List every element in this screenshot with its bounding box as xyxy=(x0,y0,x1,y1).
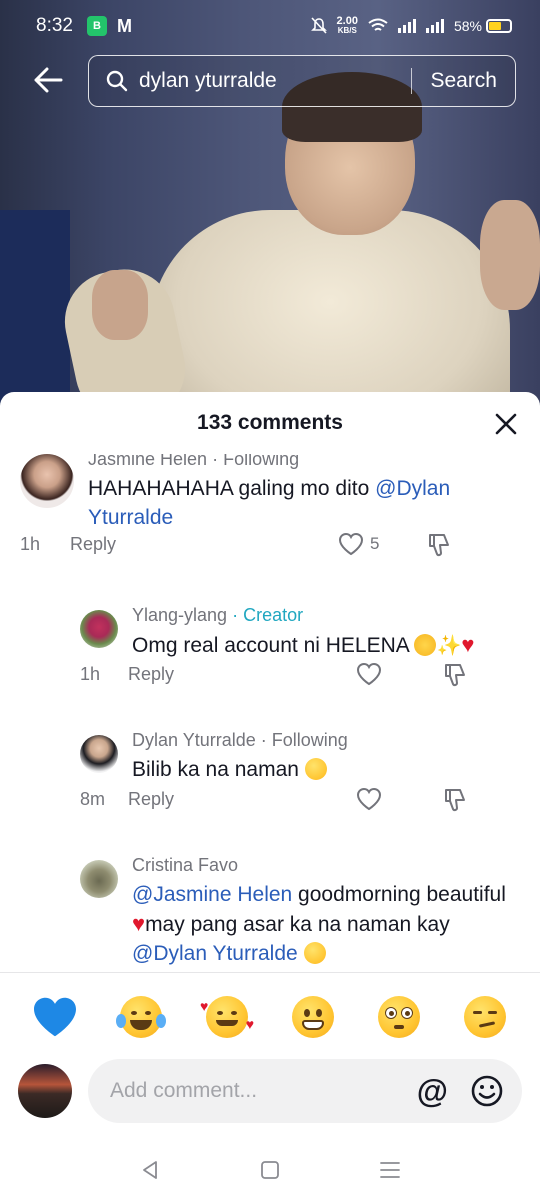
red-heart-emoji: ♥ xyxy=(461,632,475,657)
flushed-emoji-icon xyxy=(378,996,420,1038)
comment-input-placeholder[interactable]: Add comment... xyxy=(110,1079,417,1103)
comments-list: Jasmine Helen · Following HAHAHAHAHA gal… xyxy=(0,454,540,972)
nav-menu-icon[interactable] xyxy=(379,1160,401,1180)
nav-back-icon[interactable] xyxy=(139,1159,161,1181)
mention-button[interactable]: @ xyxy=(417,1073,448,1110)
battery-icon xyxy=(486,19,512,33)
heart-icon xyxy=(338,532,364,556)
like-count: 5 xyxy=(370,534,380,553)
joy-emoji-button[interactable] xyxy=(116,994,166,1040)
mention-link[interactable]: @Jasmine Helen xyxy=(132,883,292,906)
battery: 58% xyxy=(454,18,512,34)
status-indicators: 2.00 KB/S 58% xyxy=(310,15,512,36)
flushed-emoji-button[interactable] xyxy=(376,994,422,1040)
search-query[interactable]: dylan yturralde xyxy=(139,69,411,93)
reply-button[interactable]: Reply xyxy=(128,664,174,685)
system-nav-bar xyxy=(0,1140,540,1200)
comment-text: Omg real account ni HELENA ✨♥ xyxy=(132,632,475,657)
dislike-icon[interactable] xyxy=(442,662,468,688)
comment-author[interactable]: Ylang-ylang · Creator xyxy=(132,604,520,626)
comment-reply-item: Dylan Yturralde · Following Bilib ka na … xyxy=(80,729,520,839)
comment-reply-item: Ylang-ylang · Creator Omg real account n… xyxy=(80,604,520,714)
creator-tag: · Creator xyxy=(232,605,304,625)
video-panel xyxy=(0,210,70,420)
video-person-shirt xyxy=(150,210,510,420)
divider xyxy=(0,972,540,973)
comments-header: 133 comments xyxy=(0,392,540,454)
relieved-face-emoji xyxy=(304,758,327,780)
comment-body: Cristina Favo @Jasmine Helen goodmorning… xyxy=(132,854,520,972)
back-button[interactable] xyxy=(28,60,68,100)
video-person-hand xyxy=(92,270,148,340)
comment-input[interactable]: Add comment... @ xyxy=(88,1059,522,1123)
comment-body: Ylang-ylang · Creator Omg real account n… xyxy=(80,604,520,714)
smiling-face-with-hearts-emoji-button[interactable]: ♥ ♥ xyxy=(200,994,254,1040)
comment-body: Dylan Yturralde · Following Bilib ka na … xyxy=(80,729,520,839)
blue-heart-icon xyxy=(34,997,76,1037)
mute-bell-icon xyxy=(310,17,327,34)
heart-icon[interactable] xyxy=(356,662,382,686)
comment-reply-item: Cristina Favo @Jasmine Helen goodmorning… xyxy=(80,854,520,972)
gmail-icon: M xyxy=(116,15,132,36)
dislike-icon[interactable] xyxy=(426,532,452,558)
status-time: 8:32 xyxy=(36,15,73,36)
comment-author[interactable]: Cristina Favo xyxy=(132,854,520,876)
grin-emoji-button[interactable] xyxy=(290,994,336,1040)
nav-home-icon[interactable] xyxy=(260,1160,280,1180)
comment-time: 1h xyxy=(80,664,101,684)
dislike-icon[interactable] xyxy=(442,787,468,813)
network-speed: 2.00 KB/S xyxy=(336,15,358,36)
mention-link[interactable]: @Dylan Yturralde xyxy=(132,942,298,965)
comment-time: 1h xyxy=(20,534,41,554)
joy-emoji-icon xyxy=(116,996,166,1038)
comment-author[interactable]: Jasmine Helen · Following xyxy=(88,454,520,470)
emoji-picker-icon[interactable] xyxy=(470,1074,504,1108)
star-struck-emoji xyxy=(414,634,437,656)
comment-text: HAHAHAHAHA galing mo dito @Dylan Yturral… xyxy=(88,477,451,529)
battery-percent: 58% xyxy=(453,18,482,34)
sparkles-emoji: ✨ xyxy=(436,635,462,657)
back-arrow-icon xyxy=(34,67,63,93)
reply-button[interactable]: Reply xyxy=(70,534,116,555)
blue-heart-emoji-button[interactable] xyxy=(32,994,78,1040)
comment-author[interactable]: Dylan Yturralde · Following xyxy=(132,729,520,751)
search-input[interactable]: dylan yturralde Search xyxy=(88,55,516,107)
emoji-quick-bar: ♥ ♥ xyxy=(0,987,540,1047)
comment-input-row: Add comment... @ xyxy=(0,1056,540,1126)
comment-item: Jasmine Helen · Following HAHAHAHAHA gal… xyxy=(20,454,520,588)
close-icon[interactable] xyxy=(492,410,520,438)
video-person-hand xyxy=(480,200,540,310)
wifi-icon xyxy=(368,18,388,31)
like-button[interactable]: 5 xyxy=(338,532,379,556)
comment-time: 8m xyxy=(80,789,106,809)
heart-icon[interactable] xyxy=(356,787,382,811)
sweat-smile-emoji xyxy=(303,942,326,964)
search-divider xyxy=(411,68,413,94)
smirk-emoji-icon xyxy=(464,996,506,1038)
smirk-emoji-button[interactable] xyxy=(462,994,508,1040)
avatar[interactable] xyxy=(80,735,118,773)
search-icon xyxy=(106,70,128,92)
comment-text: @Jasmine Helen goodmorning beautiful ♥ma… xyxy=(132,883,506,965)
comments-count: 133 comments xyxy=(197,411,343,434)
avatar[interactable] xyxy=(80,610,118,648)
comment-text: Bilib ka na naman xyxy=(132,755,520,784)
avatar[interactable] xyxy=(20,454,74,508)
signal-icon xyxy=(425,19,444,33)
signal-icon xyxy=(397,19,416,33)
avatar[interactable] xyxy=(80,860,118,898)
app-notification-icon: B xyxy=(86,16,107,36)
search-button[interactable]: Search xyxy=(430,69,497,93)
comments-panel: 133 comments Jasmine Helen · Following H… xyxy=(0,392,540,1200)
battery-fill xyxy=(489,22,501,30)
user-avatar[interactable] xyxy=(18,1064,72,1118)
red-heart-emoji: ♥ xyxy=(132,911,146,936)
smiling-face-with-hearts-icon: ♥ ♥ xyxy=(200,996,254,1038)
comment-body: Jasmine Helen · Following HAHAHAHAHA gal… xyxy=(20,454,520,588)
reply-button[interactable]: Reply xyxy=(128,789,174,810)
grin-emoji-icon xyxy=(292,996,334,1038)
status-bar: 8:32 B M 2.00 KB/S 58% xyxy=(0,0,540,52)
